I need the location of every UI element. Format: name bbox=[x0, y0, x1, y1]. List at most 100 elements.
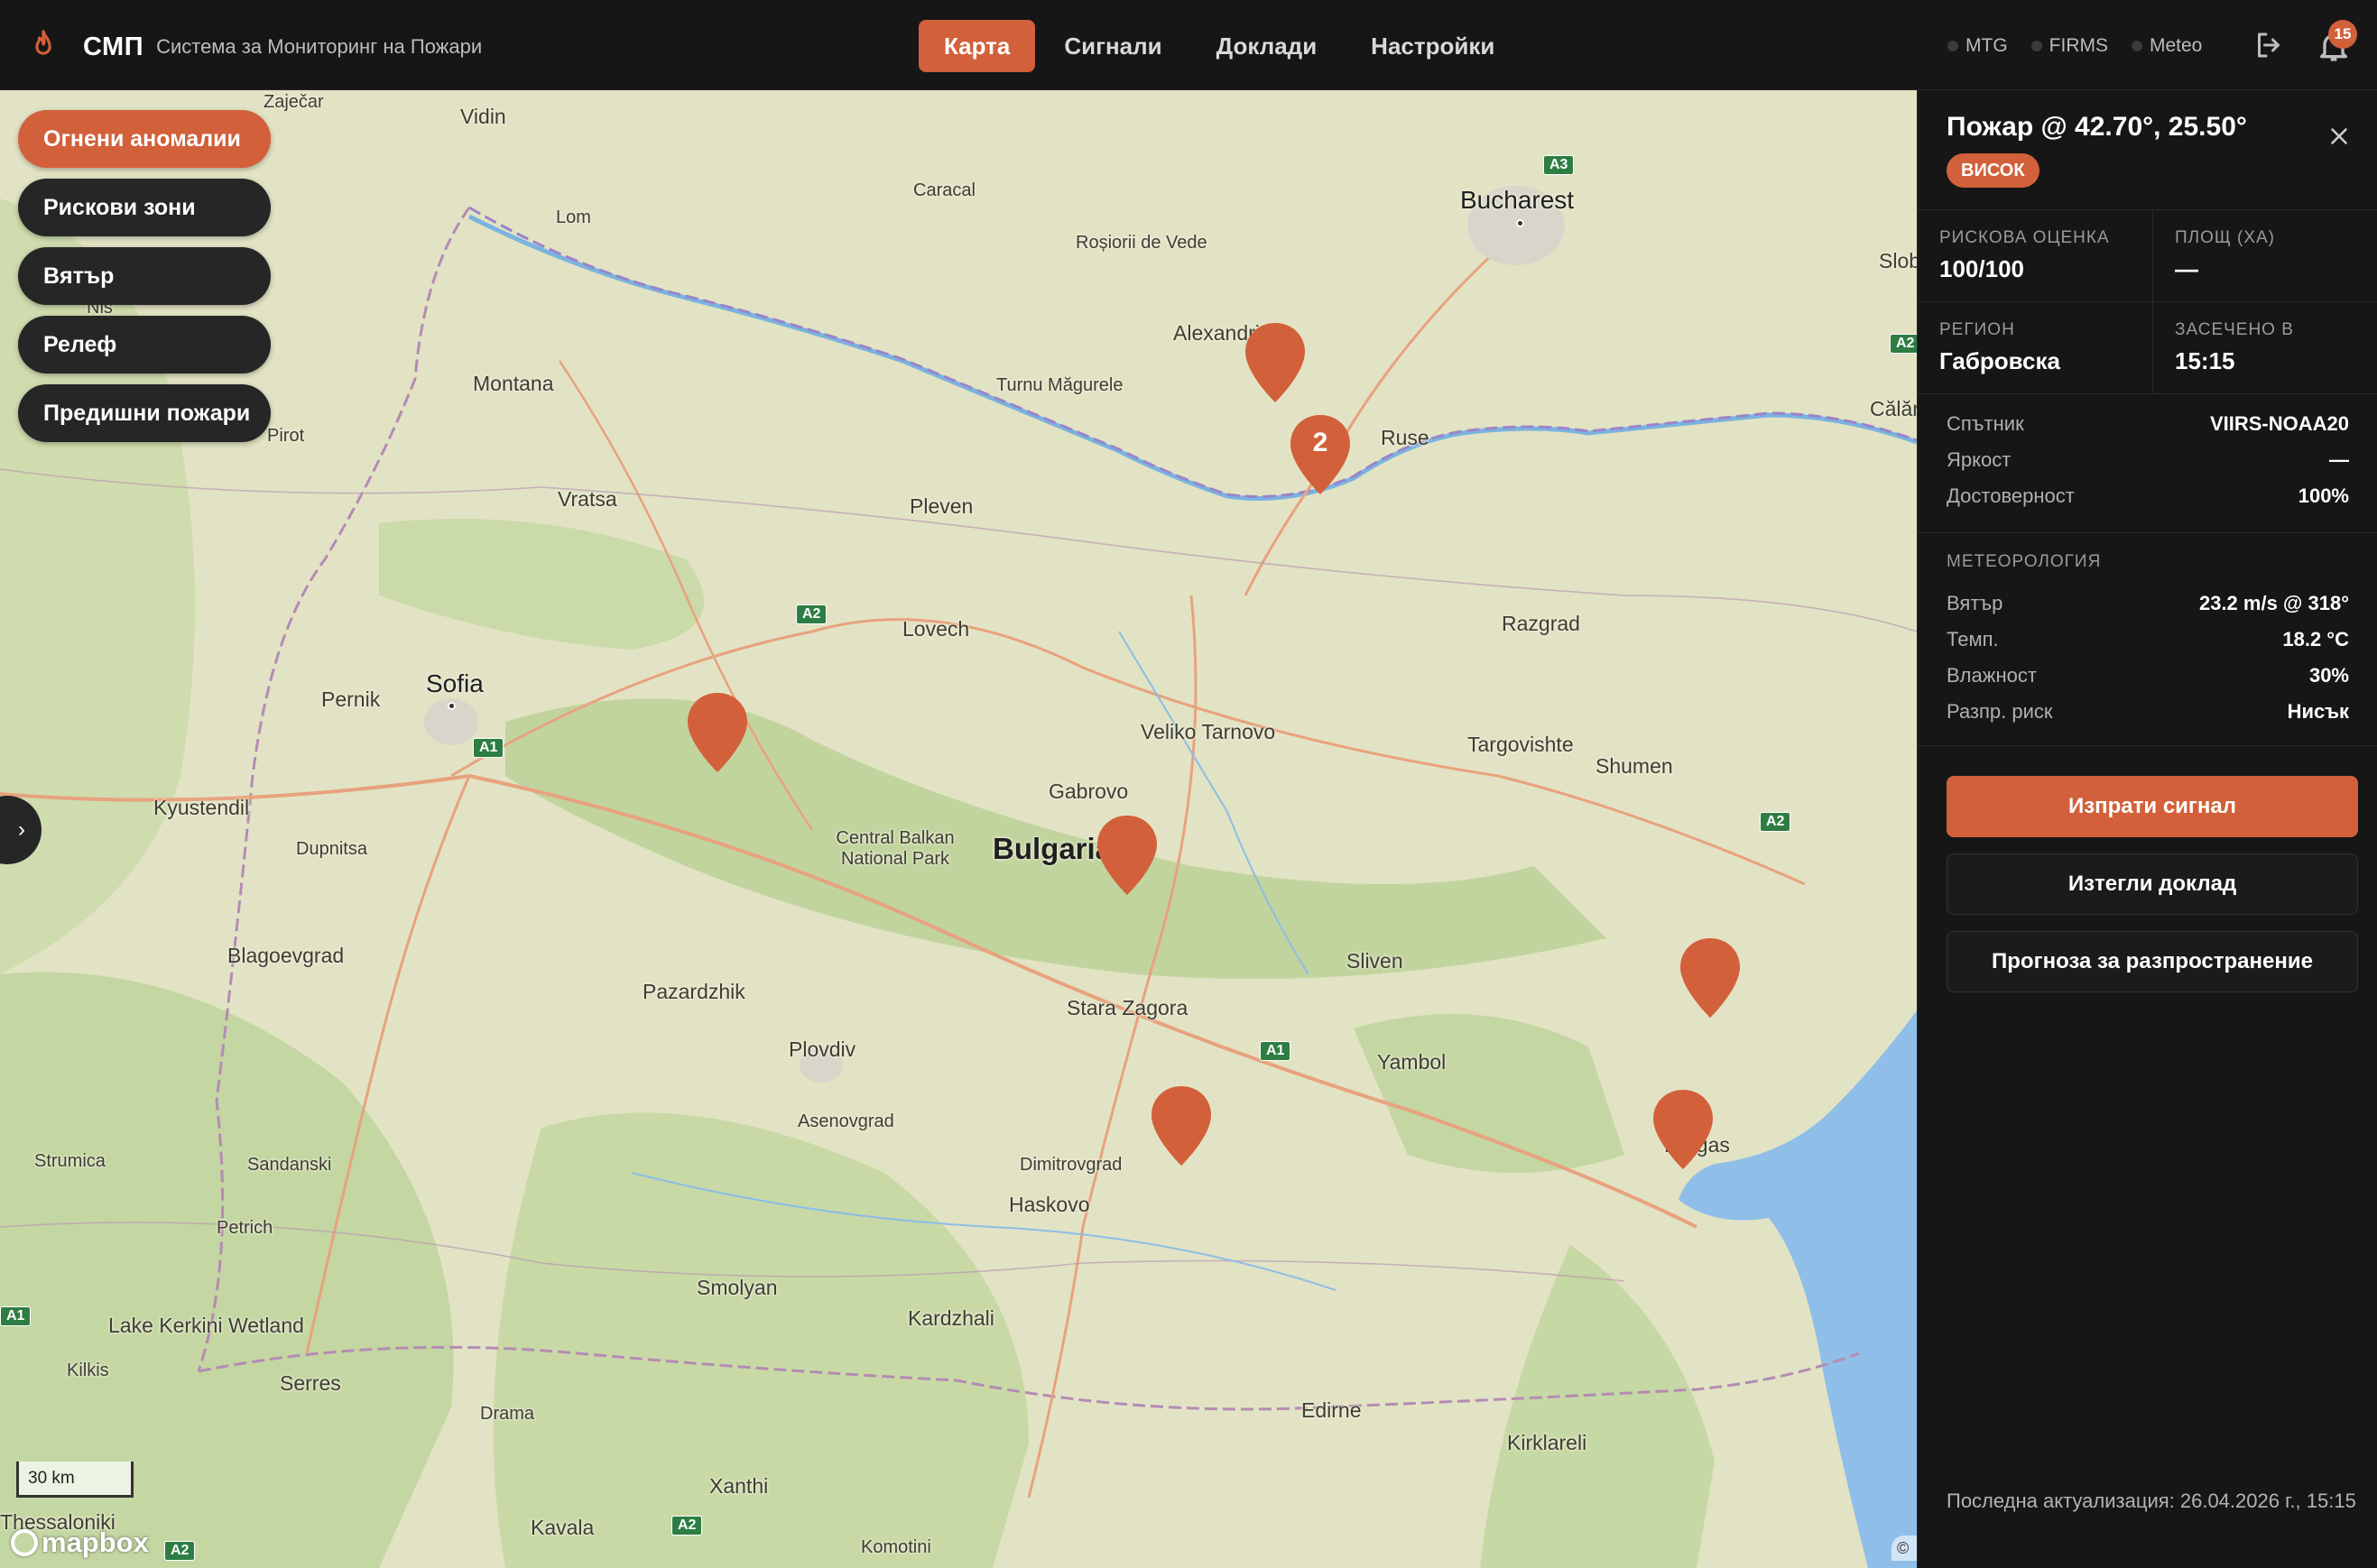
city-label: Lom bbox=[556, 208, 591, 227]
city-label: Bucharest bbox=[1460, 186, 1575, 214]
city-label: Gabrovo bbox=[1049, 779, 1129, 803]
cluster-count: 2 bbox=[1312, 428, 1328, 457]
road-shield: A1 bbox=[0, 1306, 32, 1326]
city-label: Strumica bbox=[34, 1151, 106, 1171]
flame-icon bbox=[35, 30, 51, 55]
attribution-button[interactable]: © bbox=[1891, 1536, 1917, 1561]
meteo-list: Вятър 23.2 m/s @ 318° Темп. 18.2 °C Влажно… bbox=[1947, 586, 2349, 730]
send-alert-button[interactable]: Изпрати сигнал bbox=[1947, 776, 2358, 837]
download-report-button[interactable]: Изтегли доклад bbox=[1947, 853, 2358, 915]
layer-relief[interactable]: Релеф bbox=[18, 316, 271, 374]
info-row-satellite: Спътник VIIRS-NOAA20 bbox=[1947, 412, 2349, 435]
source-meteo: Meteo bbox=[2131, 35, 2202, 57]
summary-row: РЕГИОН Габровска ЗАСЕЧЕНО В 15:15 bbox=[1918, 302, 2377, 394]
fire-pin[interactable] bbox=[1150, 1084, 1213, 1167]
city-label: Plovdiv bbox=[789, 1038, 856, 1061]
logout-icon[interactable] bbox=[2252, 29, 2285, 61]
status-dot bbox=[1947, 41, 1958, 51]
info-row-brightness: Яркост — bbox=[1947, 448, 2349, 471]
city-label: Yambol bbox=[1377, 1050, 1447, 1074]
source-mtg: MTG bbox=[1947, 35, 2008, 57]
detected-cell: ЗАСЕЧЕНО В 15:15 bbox=[2152, 302, 2377, 393]
fire-pin[interactable] bbox=[1679, 936, 1742, 1019]
city-label: Smolyan bbox=[697, 1276, 778, 1299]
city-label: Kyustendil bbox=[153, 796, 250, 819]
road-shield: A2 bbox=[164, 1541, 196, 1561]
tab-alerts[interactable]: Сигнали bbox=[1039, 20, 1187, 72]
city-label: Vidin bbox=[460, 105, 506, 128]
app-full-name: Система за Мониторинг на Пожари bbox=[156, 35, 483, 58]
city-label: Sliven bbox=[1346, 949, 1403, 973]
area-cell: ПЛОЩ (ХА) — bbox=[2152, 210, 2377, 301]
city-label: Xanthi bbox=[709, 1474, 769, 1498]
city-label: Targovishte bbox=[1467, 733, 1574, 756]
mapbox-logo-icon bbox=[11, 1529, 38, 1556]
city-label: Dimitrovgrad bbox=[1020, 1155, 1123, 1175]
region-value: Габровска bbox=[1939, 347, 2060, 374]
region-cell: РЕГИОН Габровска bbox=[1918, 302, 2152, 393]
region-label: РЕГИОН bbox=[1939, 320, 2015, 339]
city-dot bbox=[448, 702, 456, 710]
road-shield: A3 bbox=[1543, 155, 1575, 175]
meteo-heading: МЕТЕОРОЛОГИЯ bbox=[1947, 552, 2102, 571]
city-label: Dupnitsa bbox=[296, 839, 367, 859]
road-shield: A2 bbox=[1890, 334, 1917, 354]
close-icon[interactable] bbox=[2326, 123, 2353, 150]
city-label: Pleven bbox=[910, 494, 974, 518]
road-shield: A1 bbox=[473, 738, 504, 758]
meteo-row-temp: Темп. 18.2 °C bbox=[1947, 628, 2349, 650]
detected-value: 15:15 bbox=[2175, 347, 2235, 374]
city-label: Shumen bbox=[1595, 754, 1673, 778]
city-label: Zaječar bbox=[264, 92, 324, 112]
city-label: Montana bbox=[473, 372, 554, 395]
tab-map[interactable]: Карта bbox=[919, 20, 1036, 72]
city-label: Blagoevgrad bbox=[227, 944, 345, 967]
fire-pin[interactable] bbox=[1651, 1088, 1715, 1171]
road-shield: A2 bbox=[1760, 812, 1791, 832]
tab-settings[interactable]: Настройки bbox=[1346, 20, 1520, 72]
layer-toggles: Огнени аномалии Рискови зони Вятър Релеф… bbox=[18, 110, 271, 453]
status-dot bbox=[2030, 41, 2042, 51]
spread-forecast-button[interactable]: Прогноза за разпространение bbox=[1947, 931, 2358, 992]
city-label: Petrich bbox=[217, 1218, 273, 1238]
city-label: Kardzhali bbox=[908, 1306, 994, 1330]
city-label: Pirot bbox=[267, 426, 305, 446]
city-label: Caracal bbox=[913, 180, 976, 200]
scale-bar: 30 km bbox=[16, 1462, 134, 1498]
meteo-row-wind: Вятър 23.2 m/s @ 318° bbox=[1947, 592, 2349, 614]
city-dot bbox=[1516, 219, 1524, 227]
city-label: Drama bbox=[480, 1404, 535, 1424]
map-view[interactable]: Bucharest Vidin Zaječar Lom Caracal Roși… bbox=[0, 90, 1917, 1568]
layer-past-fires[interactable]: Предишни пожари bbox=[18, 384, 271, 442]
fire-pin[interactable] bbox=[1244, 321, 1307, 404]
meteo-row-humidity: Влажност 30% bbox=[1947, 664, 2349, 687]
city-label: Haskovo bbox=[1009, 1193, 1090, 1216]
app-brand[interactable]: СМП Система за Мониторинг на Пожари bbox=[27, 27, 482, 67]
fire-pin-selected[interactable] bbox=[1096, 814, 1159, 897]
city-label: Razgrad bbox=[1502, 612, 1580, 635]
status-dot bbox=[2131, 41, 2142, 51]
tab-reports[interactable]: Доклади bbox=[1191, 20, 1343, 72]
detected-label: ЗАСЕЧЕНО В bbox=[2175, 320, 2294, 339]
info-row-confidence: Достоверност 100% bbox=[1947, 484, 2349, 507]
city-label: Komotini bbox=[861, 1537, 931, 1557]
risk-score-cell: РИСКОВА ОЦЕНКА 100/100 bbox=[1918, 210, 2152, 301]
fire-pin[interactable] bbox=[686, 691, 749, 774]
city-label: Asenovgrad bbox=[798, 1111, 894, 1131]
city-label: Serres bbox=[280, 1371, 341, 1395]
city-label: Edirne bbox=[1301, 1398, 1362, 1422]
area-label: ПЛОЩ (ХА) bbox=[2175, 228, 2275, 247]
country-label: Bulgaria bbox=[993, 832, 1113, 865]
city-label: Lovech bbox=[902, 617, 970, 641]
fire-cluster-pin[interactable]: 2 bbox=[1289, 413, 1352, 496]
city-label: Călărași bbox=[1870, 397, 1917, 420]
mapbox-logo[interactable]: mapbox bbox=[11, 1525, 149, 1561]
fire-summary-grid: РИСКОВА ОЦЕНКА 100/100 ПЛОЩ (ХА) — РЕГИО… bbox=[1918, 209, 2377, 394]
data-source-status: MTG FIRMS Meteo bbox=[1947, 32, 2225, 60]
city-label: Central Balkan National Park bbox=[836, 828, 955, 869]
app-short-name: СМП bbox=[83, 32, 144, 61]
layer-wind[interactable]: Вятър bbox=[18, 247, 271, 305]
layer-risk-zones[interactable]: Рискови зони bbox=[18, 179, 271, 236]
layer-fire-anomalies[interactable]: Огнени аномалии bbox=[18, 110, 271, 168]
city-label: Slobozia bbox=[1879, 249, 1917, 272]
